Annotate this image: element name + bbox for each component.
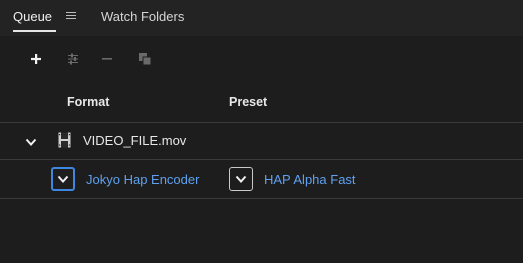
queue-settings-icon[interactable]: [62, 48, 84, 70]
queue-output-row[interactable]: Jokyo Hap Encoder HAP Alpha Fast: [0, 160, 523, 199]
column-preset[interactable]: Preset: [229, 95, 267, 109]
column-format[interactable]: Format: [67, 95, 109, 109]
active-tab-indicator: [13, 30, 56, 32]
duplicate-icon[interactable]: [134, 48, 156, 70]
column-header: Format Preset: [0, 86, 523, 123]
remove-icon[interactable]: [96, 48, 118, 70]
queue-panel: Queue Watch Folders Format Preset VIDEO_…: [0, 0, 523, 263]
queue-toolbar: [0, 36, 523, 86]
panel-tab-bar: Queue Watch Folders: [0, 0, 523, 36]
source-file-name: VIDEO_FILE.mov: [83, 133, 187, 148]
preset-link[interactable]: HAP Alpha Fast: [264, 172, 356, 187]
chevron-down-icon[interactable]: [25, 135, 37, 147]
video-file-icon: [58, 132, 71, 148]
format-dropdown-button[interactable]: [51, 167, 75, 191]
preset-dropdown-button[interactable]: [229, 167, 253, 191]
tab-watch-folders[interactable]: Watch Folders: [101, 9, 184, 25]
tab-queue[interactable]: Queue: [13, 9, 52, 25]
panel-menu-icon[interactable]: [66, 11, 76, 21]
chevron-down-icon: [57, 175, 69, 183]
format-link[interactable]: Jokyo Hap Encoder: [86, 172, 199, 187]
chevron-down-icon: [235, 175, 247, 183]
queue-source-row[interactable]: VIDEO_FILE.mov: [0, 123, 523, 160]
add-icon[interactable]: [25, 48, 47, 70]
